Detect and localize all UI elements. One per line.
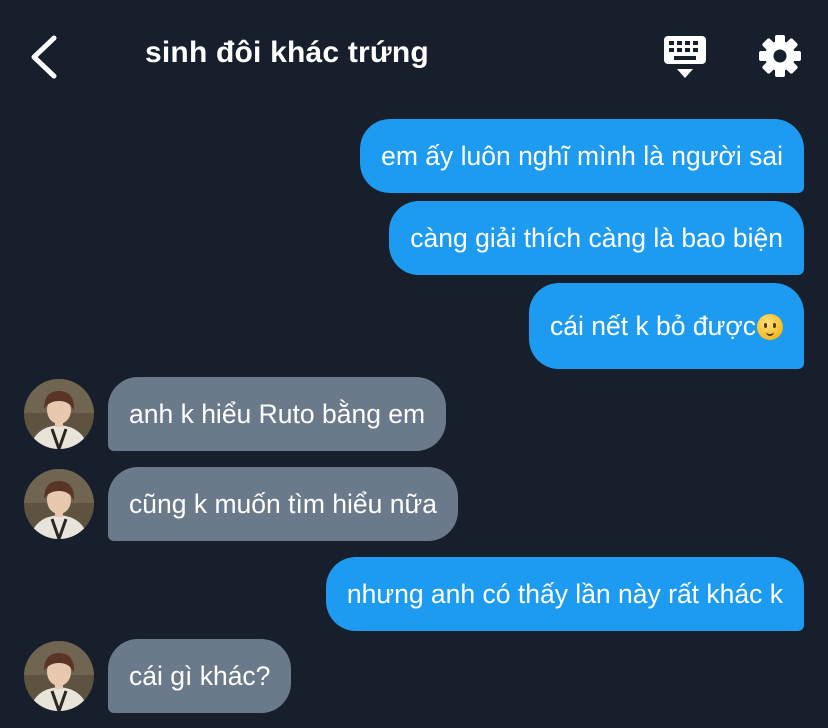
message-bubble-incoming[interactable]: cái gì khác? — [108, 639, 292, 713]
back-button[interactable] — [22, 30, 68, 82]
message-text: cũng k muốn tìm hiểu nữa — [129, 489, 437, 519]
message-text: cái gì khác? — [129, 661, 271, 691]
gear-icon — [759, 35, 801, 77]
avatar-image — [24, 469, 94, 539]
message-text: em ấy luôn nghĩ mình là người sai — [381, 141, 783, 171]
message-bubble-incoming[interactable]: anh k hiểu Ruto bằng em — [108, 377, 447, 451]
message-bubble-incoming[interactable]: cũng k muốn tìm hiểu nữa — [108, 467, 458, 541]
avatar[interactable] — [24, 379, 94, 449]
avatar-image — [24, 641, 94, 711]
settings-button[interactable] — [756, 32, 804, 80]
message-bubble-outgoing[interactable]: nhưng anh có thấy lần này rất khác k — [325, 557, 804, 631]
message-text: càng giải thích càng là bao biện — [410, 223, 783, 253]
message-bubble-outgoing[interactable]: cái nết k bỏ được — [529, 283, 804, 369]
chevron-left-icon — [31, 35, 57, 79]
message-bubble-outgoing[interactable]: càng giải thích càng là bao biện — [389, 201, 804, 275]
avatar[interactable] — [24, 641, 94, 711]
keyboard-button[interactable] — [660, 34, 710, 82]
chat-header: sinh đôi khác trứng — [0, 0, 828, 112]
avatar[interactable] — [24, 469, 94, 539]
message-bubble-outgoing[interactable]: em ấy luôn nghĩ mình là người sai — [360, 119, 804, 193]
message-text: nhưng anh có thấy lần này rất khác k — [346, 579, 783, 609]
keyboard-icon — [664, 36, 706, 78]
chat-title: sinh đôi khác trứng — [145, 36, 429, 69]
face-holding-back-tears-emoji — [757, 314, 783, 340]
avatar-image — [24, 379, 94, 449]
message-text: anh k hiểu Ruto bằng em — [129, 399, 426, 429]
message-text: cái nết k bỏ được — [550, 311, 756, 341]
